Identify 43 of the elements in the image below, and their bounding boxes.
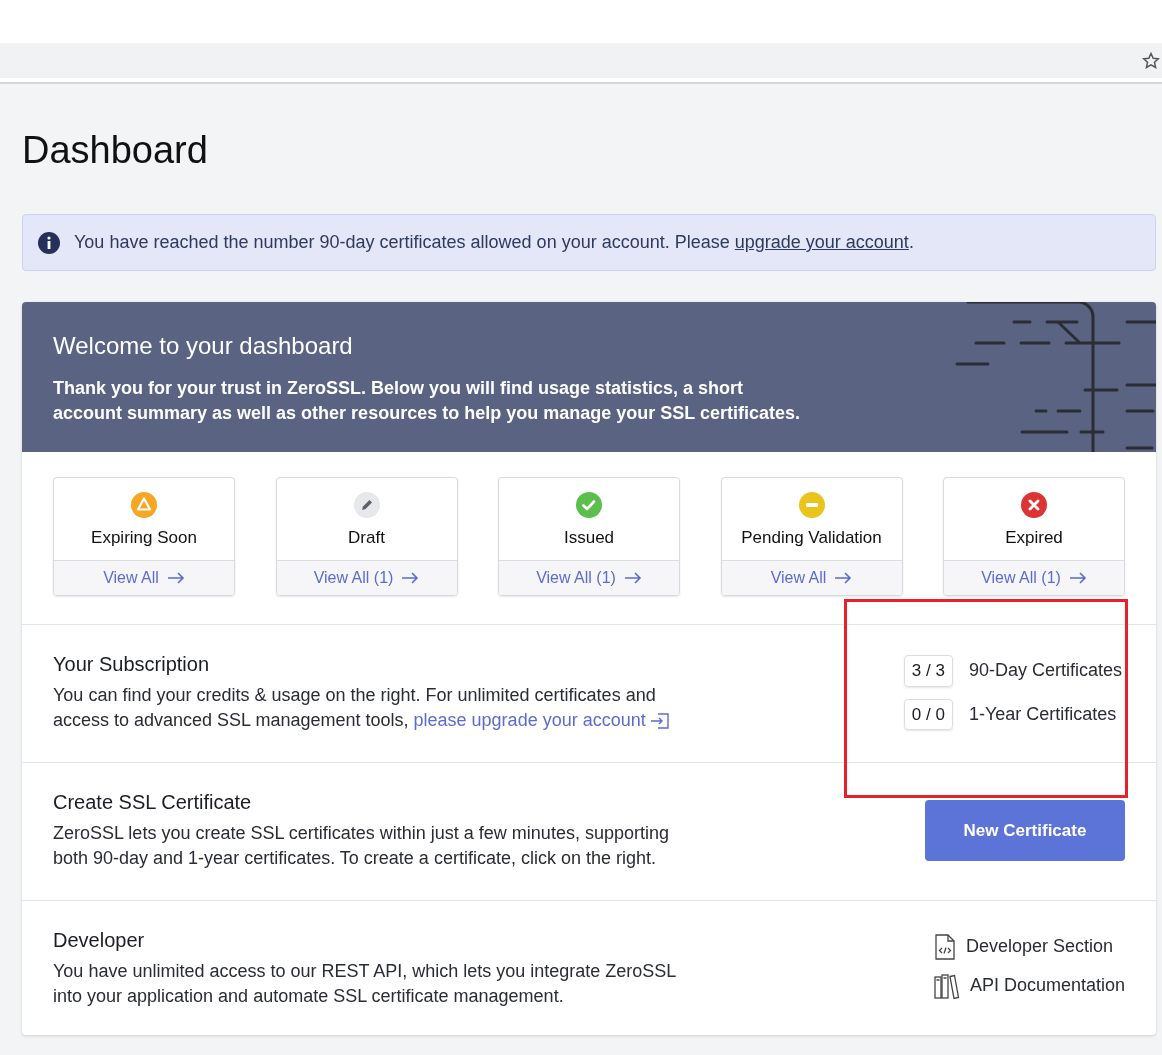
minus-icon [798,492,825,518]
arrow-right-icon [834,572,853,584]
developer-link[interactable]: Developer Section [933,933,1125,960]
welcome-title: Welcome to your dashboard [53,331,354,361]
usage-label: 1-Year Certificates [968,702,1117,726]
create-text: ZeroSSL lets you create SSL certificates within just a few minutes, supporting both 90-day and 1-year certificates. To create a certificate, click on the right. [53,822,670,870]
usage-count: 3 / 3 [903,655,953,687]
view-all-link[interactable]: View All [721,560,902,595]
view-all-link[interactable]: View All (1) [499,560,679,595]
subscription-text: You can find your credits & usage on the right. For unlimited certificates and access to advanced SSL management tools, please upgrade your account [53,683,693,733]
developer-link[interactable]: API Documentation [933,972,1125,999]
view-all-link[interactable]: View All [54,560,234,595]
close-circle-icon [1021,492,1047,518]
section-title: Developer [53,928,146,953]
star-icon[interactable] [1142,51,1160,70]
info-icon [38,231,60,254]
arrow-right-icon [623,572,642,584]
status-label: Expiring Soon [91,527,197,549]
page-title: Dashboard [22,128,209,173]
arrow-right-icon [1068,572,1087,584]
upgrade-link[interactable]: please upgrade your account [413,710,670,730]
usage-label: 90-Day Certificates [968,659,1122,683]
status-label: Draft [348,527,385,549]
new-certificate-button[interactable]: New Certificate [925,800,1125,861]
view-all-link[interactable]: View All (1) [944,560,1124,595]
welcome-text: Thank you for your trust in ZeroSSL. Below you will find usage statistics, a short account summary as well as other resources to help you manage your SSL certificates. [53,377,801,425]
books-icon [933,972,960,999]
status-label: Pending Validation [741,527,882,549]
arrow-right-icon [401,572,420,584]
arrow-right-icon [166,572,185,584]
developer-text: You have unlimited access to our REST API, which lets you integrate ZeroSSL into your application and automate SSL certificate management. [53,960,677,1008]
section-title: Create SSL Certificate [53,790,253,815]
view-all-link[interactable]: View All (1) [276,560,457,595]
pencil-icon [353,492,380,518]
usage-count: 0 / 0 [903,698,953,730]
upgrade-link[interactable]: upgrade your account [734,232,909,252]
alert-text: You have reached the number 90-day certificates allowed on your account. Please upgrade your account. [74,231,914,254]
status-label: Issued [563,527,615,549]
status-label: Expired [1005,527,1063,549]
code-file-icon [933,933,956,960]
section-title: Your Subscription [53,652,211,677]
check-icon [576,492,602,518]
external-link-icon [649,712,670,731]
